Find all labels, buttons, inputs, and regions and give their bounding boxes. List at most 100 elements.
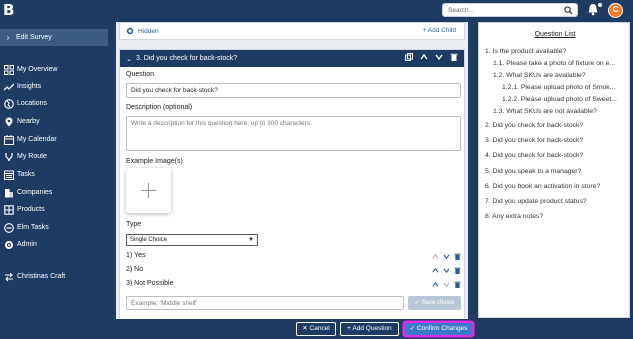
question-list-item[interactable]: 1.2.1. Please upload photo of Smok... <box>502 84 627 91</box>
box-icon <box>3 204 14 215</box>
choice-label: 2) No <box>126 266 144 273</box>
cancel-label: Cancel <box>309 325 330 332</box>
question-card-title: 3. Did you check for back-stock? <box>136 55 238 62</box>
question-list-item[interactable]: 5. Did you speak to a manager? <box>485 168 627 175</box>
sidebar-item-my-route[interactable]: My Route <box>0 149 108 164</box>
trash-icon[interactable] <box>450 53 458 61</box>
gear-icon <box>4 240 13 249</box>
notification-dot <box>598 3 602 7</box>
hidden-question-row[interactable]: Hidden + Add Child <box>119 22 465 40</box>
trash-icon[interactable] <box>454 281 461 288</box>
sidebar-item-label: Christinas Craft <box>17 273 66 280</box>
choice-label: 3) Not Possible <box>126 280 174 287</box>
pin-icon <box>5 117 12 126</box>
top-bar: B C <box>0 0 633 22</box>
sidebar-item-label: Admin <box>17 241 37 248</box>
calendar-icon <box>3 134 14 145</box>
choice-row: 2) No <box>126 266 461 278</box>
chevron-down-icon[interactable] <box>443 253 450 260</box>
trend-icon <box>3 83 14 90</box>
question-list-item[interactable]: 4. Did you check for back-stock? <box>485 152 627 159</box>
chevron-up-icon[interactable] <box>420 53 428 61</box>
caret-down-icon: ▼ <box>248 237 254 243</box>
save-choice-button[interactable]: ✓ Save choice <box>408 296 461 310</box>
question-list-item[interactable]: 3. Did you check for back-stock? <box>485 137 627 144</box>
survey-editor: Hidden + Add Child ⌄ 3. Did you check fo… <box>116 22 468 319</box>
sidebar-item-label: Edit Survey <box>16 34 52 41</box>
bottom-action-bar: ✕ Cancel + Add Question ✓ Confirm Change… <box>108 319 476 339</box>
gear-icon <box>126 27 134 35</box>
question-list-item[interactable]: 8. Any extra notes? <box>485 213 627 220</box>
question-list-item[interactable]: 6. Did you book an activation in store? <box>485 183 627 190</box>
cancel-button[interactable]: ✕ Cancel <box>296 322 336 336</box>
save-choice-label: Save choice <box>421 300 455 306</box>
choice-row: 3) Not Possible <box>126 280 461 292</box>
sidebar-item-label: Elm Tasks <box>17 224 49 231</box>
description-textarea[interactable]: Write a description for this question he… <box>126 116 461 151</box>
sidebar-item-nearby[interactable]: Nearby <box>0 114 108 129</box>
question-list-item[interactable]: 1. Is the product available? <box>485 48 627 55</box>
confirm-label: Confirm Changes <box>416 325 468 332</box>
app-logo[interactable]: B <box>3 2 17 18</box>
question-list-item[interactable]: 1.2.2. Please upload photo of Sweet... <box>502 96 627 103</box>
hidden-label: Hidden <box>138 27 159 35</box>
chevron-right-icon: › <box>6 33 10 42</box>
copy-icon[interactable] <box>405 53 413 61</box>
choice-row: 1) Yes <box>126 252 461 264</box>
sidebar-item-label: My Calendar <box>17 136 57 143</box>
chevron-down-icon[interactable]: ⌄ <box>122 55 136 63</box>
building-icon <box>4 188 13 197</box>
plus-icon <box>140 182 157 199</box>
chevron-down-icon[interactable] <box>443 267 450 274</box>
sidebar-item-insights[interactable]: Insights <box>0 79 108 94</box>
question-list-title: Question List <box>534 31 576 38</box>
sidebar-item-label: Tasks <box>17 171 35 178</box>
chevron-up-icon[interactable] <box>432 267 439 274</box>
sidebar-item-label: Insights <box>17 83 42 90</box>
type-select-value: Single Choice <box>130 237 168 243</box>
sidebar-item-elm-tasks[interactable]: Elm Tasks <box>0 220 108 235</box>
question-list-item[interactable]: 2. Did you check for back-stock? <box>485 122 627 129</box>
question-label: Question <box>126 71 155 78</box>
sidebar-item-my-calendar[interactable]: My Calendar <box>0 132 108 147</box>
chevron-down-icon[interactable] <box>443 281 450 288</box>
sidebar-edit-survey[interactable]: › Edit Survey <box>0 29 108 46</box>
chevron-up-icon[interactable] <box>432 253 439 260</box>
minus-circle-icon <box>3 222 14 233</box>
sidebar-item-label: Locations <box>17 100 47 107</box>
type-label: Type <box>126 221 142 228</box>
chevron-up-icon[interactable] <box>432 281 439 288</box>
question-input[interactable]: Did you check for back-stock? <box>126 83 461 98</box>
question-card-header[interactable]: ⌄ 3. Did you check for back-stock? <box>120 50 464 67</box>
sidebar-item-companies[interactable]: Companies <box>0 185 108 200</box>
sidebar-item-label: My Route <box>17 153 47 160</box>
type-select[interactable]: Single Choice ▼ <box>126 234 258 246</box>
question-list-item[interactable]: 1.3. What SKUs are not available? <box>493 108 627 115</box>
sidebar-item-label: Companies <box>17 189 53 196</box>
globe-icon <box>3 98 14 109</box>
trash-icon[interactable] <box>454 253 461 260</box>
sidebar-item-switch-account[interactable]: Christinas Craft <box>0 269 108 284</box>
chevron-down-icon[interactable] <box>435 53 443 61</box>
search-icon[interactable] <box>564 6 573 15</box>
trash-icon[interactable] <box>454 267 461 274</box>
sidebar-item-my-overview[interactable]: My Overview <box>0 62 108 77</box>
add-question-button[interactable]: + Add Question <box>340 322 399 336</box>
avatar[interactable]: C <box>608 3 623 18</box>
confirm-changes-button[interactable]: ✓ Confirm Changes <box>404 322 473 336</box>
question-list-item[interactable]: 1.2. What SKUs are available? <box>493 72 627 79</box>
sidebar-item-tasks[interactable]: Tasks <box>0 167 108 182</box>
add-child-button[interactable]: + Add Child <box>423 27 456 34</box>
search-box[interactable] <box>442 3 578 17</box>
search-input[interactable] <box>443 4 561 16</box>
sidebar-item-admin[interactable]: Admin <box>0 237 108 252</box>
sidebar-item-label: Nearby <box>17 118 40 125</box>
sidebar: › Edit Survey My Overview Insights Locat… <box>0 22 108 339</box>
sidebar-item-products[interactable]: Products <box>0 202 108 217</box>
add-image-button[interactable] <box>126 168 171 213</box>
question-list-item[interactable]: 1.1. Please take a photo of fixture on e… <box>493 60 627 67</box>
sidebar-item-locations[interactable]: Locations <box>0 96 108 111</box>
question-list-item[interactable]: 7. Did you update product status? <box>485 198 627 205</box>
choice-label: 1) Yes <box>126 252 146 259</box>
new-choice-input[interactable]: Example: 'Middle shelf' <box>126 296 404 310</box>
